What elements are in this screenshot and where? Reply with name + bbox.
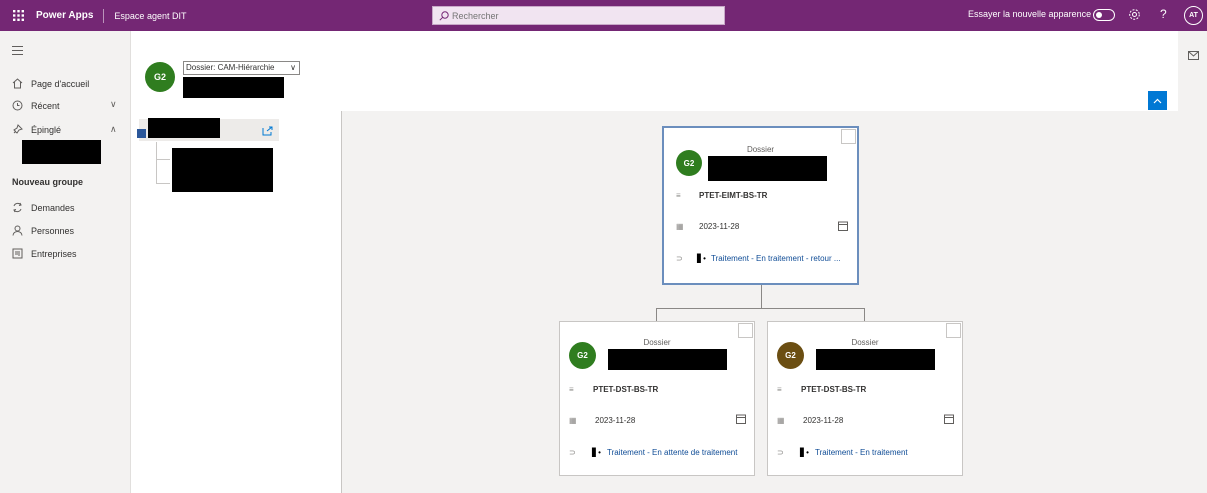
stage-icon: ⊃: [777, 448, 784, 457]
calendar-icon[interactable]: [944, 414, 954, 424]
list-icon: ≡: [777, 385, 782, 394]
connector-line: [761, 285, 762, 308]
redacted-card-name: [816, 349, 935, 370]
calendar-small-icon: ▦: [569, 416, 577, 425]
help-icon[interactable]: ?: [1160, 7, 1167, 21]
environment-name[interactable]: Espace agent DIT: [104, 11, 186, 21]
stage-icon: ⊃: [676, 254, 683, 263]
view-selector-value: Dossier: CAM-Hiérarchie: [186, 63, 275, 72]
new-look-toggle[interactable]: [1093, 9, 1115, 21]
left-navigation: Page d'accueil Récent ∨ Épinglé ∧ Nouvea…: [0, 31, 131, 493]
card-code: PTET-EIMT-BS-TR: [699, 191, 768, 200]
tree-line: [156, 159, 170, 160]
calendar-icon[interactable]: [838, 221, 848, 231]
list-icon: ≡: [569, 385, 574, 394]
process-icon: ▋•: [592, 448, 601, 457]
chevron-down-icon[interactable]: ∨: [110, 99, 117, 110]
calendar-small-icon: ▦: [676, 222, 684, 231]
company-icon: [12, 248, 23, 259]
tree-collapse-toggle[interactable]: [137, 129, 146, 138]
calendar-small-icon: ▦: [777, 416, 785, 425]
redacted-card-name: [608, 349, 727, 370]
nav-item-label: Personnes: [31, 225, 75, 236]
nav-item-label: Entreprises: [31, 248, 77, 259]
view-selector[interactable]: Dossier: CAM-Hiérarchie ∨: [183, 61, 300, 75]
card-date: 2023-11-28: [699, 222, 740, 231]
card-select-checkbox[interactable]: [841, 129, 856, 144]
card-select-checkbox[interactable]: [738, 323, 753, 338]
requests-icon: [13, 202, 22, 213]
person-icon: [12, 225, 23, 236]
hierarchy-tree-panel: [131, 111, 342, 493]
chevron-down-icon: ∨: [290, 63, 296, 72]
chevron-up-icon[interactable]: ∧: [110, 124, 117, 135]
nav-item-demandes[interactable]: Demandes: [12, 202, 75, 213]
nav-item-home[interactable]: Page d'accueil: [12, 78, 89, 89]
nav-item-label: Demandes: [31, 202, 75, 213]
search-input[interactable]: [452, 10, 692, 21]
card-date: 2023-11-28: [803, 416, 844, 425]
card-code: PTET-DST-BS-TR: [801, 385, 867, 394]
process-icon: ▋•: [800, 448, 809, 457]
right-rail: [1178, 31, 1207, 493]
nav-item-personnes[interactable]: Personnes: [12, 225, 74, 236]
app-launcher-icon[interactable]: [0, 0, 36, 31]
nav-item-recent[interactable]: Récent: [12, 100, 60, 111]
open-link-icon[interactable]: [262, 126, 273, 136]
try-new-look-label: Essayer la nouvelle apparence: [968, 9, 1092, 19]
redacted-pinned-item[interactable]: [22, 140, 101, 164]
card-avatar: G2: [777, 342, 804, 369]
search-box[interactable]: [432, 6, 725, 25]
tree-line: [156, 183, 170, 184]
process-icon: ▋•: [697, 254, 706, 263]
card-avatar: G2: [569, 342, 596, 369]
redacted-tree-root-name: [148, 118, 220, 138]
card-code: PTET-DST-BS-TR: [593, 385, 659, 394]
hierarchy-canvas: Dossier G2 ≡ PTET-EIMT-BS-TR ▦ 2023-11-2…: [343, 111, 1178, 493]
nav-item-entreprises[interactable]: Entreprises: [12, 248, 77, 259]
card-date: 2023-11-28: [595, 416, 636, 425]
nav-item-label: Épinglé: [31, 124, 62, 135]
nav-item-label: Page d'accueil: [31, 78, 90, 89]
card-avatar: G2: [676, 150, 702, 176]
stage-icon: ⊃: [569, 448, 576, 457]
card-status-link[interactable]: Traitement - En attente de traitement: [607, 448, 737, 457]
redacted-tree-children[interactable]: [172, 148, 273, 192]
user-avatar[interactable]: AT: [1184, 6, 1203, 25]
connector-line: [656, 308, 865, 309]
redacted-card-name: [708, 156, 827, 181]
chevron-up-icon: [1153, 98, 1162, 103]
calendar-icon[interactable]: [736, 414, 746, 424]
card-select-checkbox[interactable]: [946, 323, 961, 338]
connector-line: [864, 308, 865, 321]
clock-icon: [12, 100, 23, 111]
tree-line: [156, 142, 157, 184]
nav-item-label: Récent: [31, 100, 60, 111]
hierarchy-card-root[interactable]: Dossier G2 ≡ PTET-EIMT-BS-TR ▦ 2023-11-2…: [662, 126, 859, 285]
nav-group-label: Nouveau groupe: [12, 177, 84, 187]
nav-item-pinned[interactable]: Épinglé: [12, 124, 61, 135]
card-status-link[interactable]: Traitement - En traitement: [815, 448, 908, 457]
record-avatar: G2: [145, 62, 175, 92]
collapse-header-button[interactable]: [1148, 91, 1167, 110]
connector-line: [656, 308, 657, 321]
search-icon: [439, 10, 449, 21]
home-icon: [12, 78, 23, 89]
mail-icon[interactable]: [1188, 51, 1199, 60]
hierarchy-card-child[interactable]: Dossier G2 ≡ PTET-DST-BS-TR ▦ 2023-11-28…: [559, 321, 755, 476]
redacted-record-name: [183, 77, 284, 98]
gear-icon[interactable]: [1128, 8, 1141, 21]
hierarchy-card-child[interactable]: Dossier G2 ≡ PTET-DST-BS-TR ▦ 2023-11-28…: [767, 321, 963, 476]
card-status-link[interactable]: Traitement - En traitement - retour ...: [711, 254, 841, 263]
list-icon: ≡: [676, 191, 681, 200]
pin-icon: [13, 124, 23, 134]
app-name[interactable]: Power Apps: [36, 8, 105, 23]
hamburger-icon[interactable]: [12, 46, 23, 55]
